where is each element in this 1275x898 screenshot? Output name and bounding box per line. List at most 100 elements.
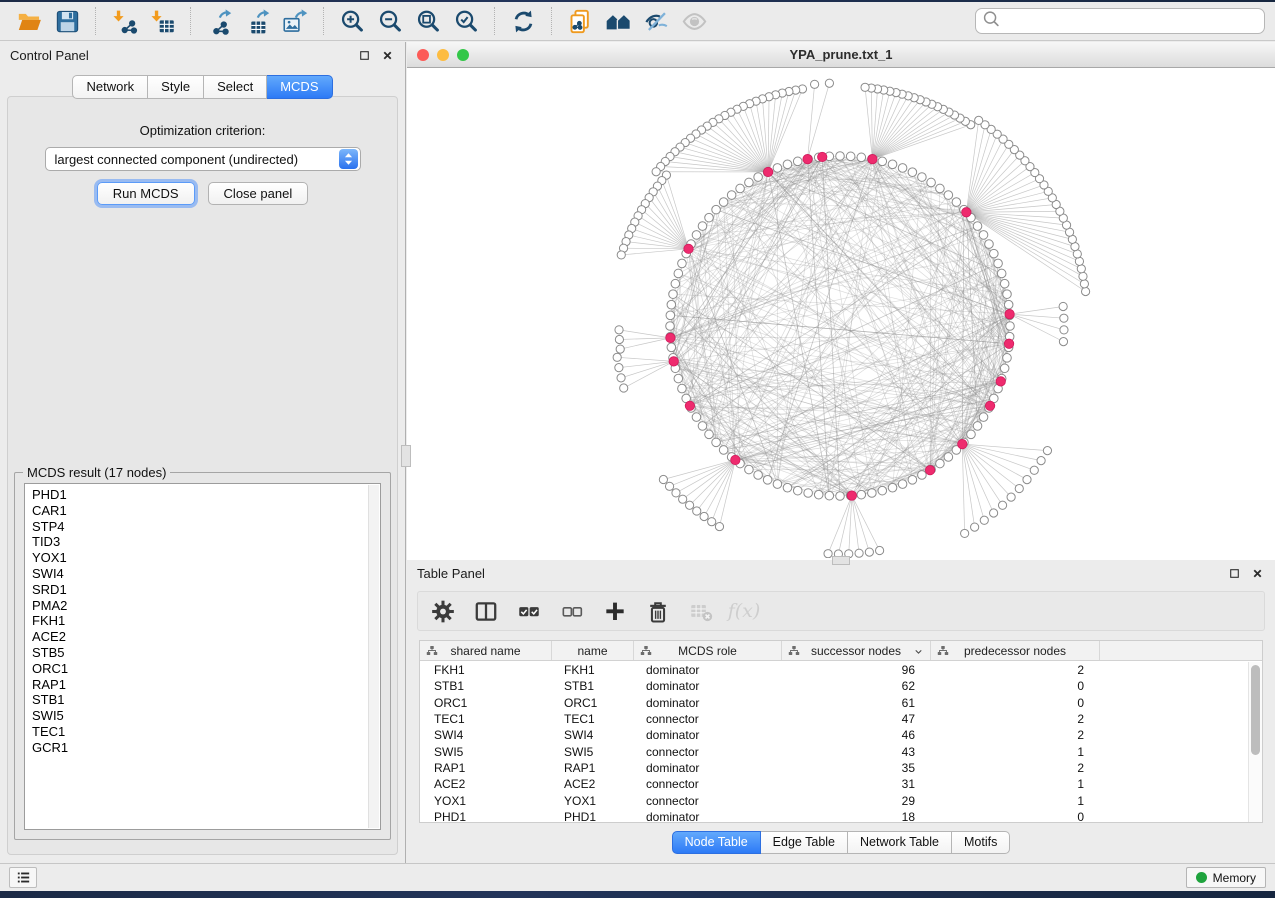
network-node[interactable] bbox=[666, 311, 675, 320]
network-node[interactable] bbox=[674, 269, 683, 278]
sort-chevron-down-icon[interactable] bbox=[913, 646, 924, 660]
network-home-icon[interactable] bbox=[599, 5, 637, 37]
table-row[interactable]: ORC1ORC1dominator610 bbox=[420, 695, 1248, 711]
network-node[interactable] bbox=[888, 160, 897, 169]
network-node[interactable] bbox=[659, 475, 667, 483]
mcds-hub-node[interactable] bbox=[684, 244, 693, 253]
network-node[interactable] bbox=[727, 191, 736, 200]
network-node[interactable] bbox=[961, 529, 969, 537]
network-node[interactable] bbox=[1023, 476, 1031, 484]
mcds-hub-node[interactable] bbox=[1005, 309, 1014, 318]
table-row[interactable]: STB1STB1dominator620 bbox=[420, 678, 1248, 694]
column-header-name[interactable]: name bbox=[552, 641, 634, 660]
status-menu-button[interactable] bbox=[9, 867, 37, 888]
network-node[interactable] bbox=[754, 173, 763, 182]
network-node[interactable] bbox=[861, 83, 869, 91]
network-node[interactable] bbox=[1059, 302, 1067, 310]
network-node[interactable] bbox=[1007, 493, 1015, 501]
network-node[interactable] bbox=[615, 335, 623, 343]
network-node[interactable] bbox=[855, 549, 863, 557]
network-node[interactable] bbox=[1004, 300, 1013, 309]
network-node[interactable] bbox=[1000, 279, 1009, 288]
mcds-result-item[interactable]: STP4 bbox=[32, 519, 380, 535]
column-header-successor-nodes[interactable]: successor nodes bbox=[782, 641, 931, 660]
network-node[interactable] bbox=[980, 516, 988, 524]
mcds-result-item[interactable]: YOX1 bbox=[32, 550, 380, 566]
memory-button[interactable]: Memory bbox=[1186, 867, 1266, 888]
network-node[interactable] bbox=[745, 178, 754, 187]
network-node[interactable] bbox=[927, 178, 936, 187]
export-network-icon[interactable] bbox=[200, 5, 238, 37]
table-row[interactable]: SWI4SWI4dominator462 bbox=[420, 727, 1248, 743]
column-header-MCDS-role[interactable]: MCDS role bbox=[634, 641, 782, 660]
network-node[interactable] bbox=[990, 249, 999, 258]
network-node[interactable] bbox=[846, 152, 855, 161]
search-input[interactable] bbox=[1002, 14, 1260, 29]
table-row[interactable]: SWI5SWI5connector431 bbox=[420, 743, 1248, 759]
network-node[interactable] bbox=[1006, 322, 1015, 331]
mcds-hub-node[interactable] bbox=[958, 439, 967, 448]
network-node[interactable] bbox=[1003, 290, 1012, 299]
network-node[interactable] bbox=[878, 157, 887, 166]
network-node[interactable] bbox=[997, 269, 1006, 278]
column-header-predecessor-nodes[interactable]: predecessor nodes bbox=[931, 641, 1100, 660]
mcds-hub-node[interactable] bbox=[868, 154, 877, 163]
network-node[interactable] bbox=[692, 413, 701, 422]
network-node[interactable] bbox=[705, 213, 714, 222]
mcds-hub-node[interactable] bbox=[925, 465, 934, 474]
network-node[interactable] bbox=[990, 509, 998, 517]
delete-icon[interactable] bbox=[645, 598, 671, 624]
network-node[interactable] bbox=[857, 490, 866, 499]
mcds-result-item[interactable]: RAP1 bbox=[32, 677, 380, 693]
network-node[interactable] bbox=[1077, 265, 1085, 273]
tab-network-table[interactable]: Network Table bbox=[848, 831, 952, 854]
mcds-hub-node[interactable] bbox=[847, 491, 856, 500]
mcds-result-item[interactable]: STB1 bbox=[32, 692, 380, 708]
network-node[interactable] bbox=[908, 476, 917, 485]
float-panel-icon[interactable] bbox=[357, 48, 372, 63]
mcds-result-item[interactable]: ACE2 bbox=[32, 629, 380, 645]
tab-node-table[interactable]: Node Table bbox=[672, 831, 761, 854]
network-node[interactable] bbox=[944, 453, 953, 462]
zoom-fit-icon[interactable] bbox=[409, 5, 447, 37]
zoom-selected-icon[interactable] bbox=[447, 5, 485, 37]
network-node[interactable] bbox=[615, 364, 623, 372]
network-node[interactable] bbox=[667, 343, 676, 352]
mcds-list-scrollbar[interactable] bbox=[368, 485, 379, 828]
network-node[interactable] bbox=[705, 430, 714, 439]
network-node[interactable] bbox=[715, 522, 723, 530]
mcds-result-item[interactable]: SWI4 bbox=[32, 566, 380, 582]
network-node[interactable] bbox=[665, 482, 673, 490]
table-row[interactable]: YOX1YOX1connector291 bbox=[420, 792, 1248, 808]
mcds-hub-node[interactable] bbox=[669, 357, 678, 366]
mcds-hub-node[interactable] bbox=[985, 401, 994, 410]
network-node[interactable] bbox=[698, 222, 707, 231]
network-node[interactable] bbox=[708, 518, 716, 526]
mcds-hub-node[interactable] bbox=[818, 152, 827, 161]
network-node[interactable] bbox=[973, 222, 982, 231]
network-node[interactable] bbox=[985, 240, 994, 249]
network-node[interactable] bbox=[814, 490, 823, 499]
network-node[interactable] bbox=[824, 550, 832, 558]
network-node[interactable] bbox=[674, 374, 683, 383]
network-node[interactable] bbox=[745, 465, 754, 474]
optimization-criterion-dropdown[interactable]: largest connected component (undirected) bbox=[45, 147, 361, 171]
mcds-result-item[interactable]: PHD1 bbox=[32, 487, 380, 503]
open-session-icon[interactable] bbox=[10, 5, 48, 37]
network-node[interactable] bbox=[719, 198, 728, 207]
network-node[interactable] bbox=[617, 251, 625, 259]
network-node[interactable] bbox=[825, 79, 833, 87]
network-node[interactable] bbox=[1079, 272, 1087, 280]
network-node[interactable] bbox=[908, 168, 917, 177]
table-settings-icon[interactable] bbox=[430, 598, 456, 624]
network-node[interactable] bbox=[679, 495, 687, 503]
network-node[interactable] bbox=[1080, 280, 1088, 288]
network-title-bar[interactable]: YPA_prune.txt_1 bbox=[407, 42, 1275, 68]
network-node[interactable] bbox=[666, 322, 675, 331]
deselect-all-icon[interactable] bbox=[559, 598, 585, 624]
table-row[interactable]: FKH1FKH1dominator962 bbox=[420, 662, 1248, 678]
network-node[interactable] bbox=[700, 512, 708, 520]
horizontal-splitter-grip[interactable] bbox=[832, 556, 850, 565]
save-session-icon[interactable] bbox=[48, 5, 86, 37]
network-node[interactable] bbox=[617, 374, 625, 382]
